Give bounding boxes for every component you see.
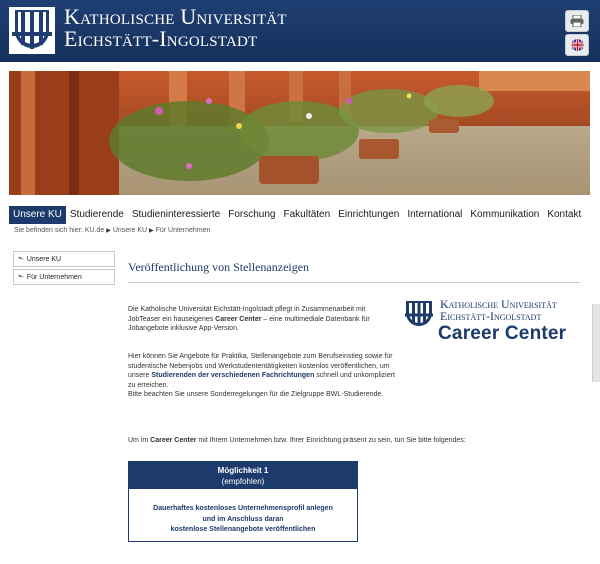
nav-item-forschung[interactable]: Forschung <box>224 206 279 224</box>
offers-text-c: Bitte beachten Sie unsere Sonderregelung… <box>128 391 384 399</box>
nav-item-einrichtungen[interactable]: Einrichtungen <box>334 206 403 224</box>
side-feedback-tab[interactable] <box>592 304 600 382</box>
option-1-box: Möglichkeit 1 (empfohlen) Dauerhaftes ko… <box>128 461 358 542</box>
site-header: Katholische Universität Eichstätt-Ingols… <box>0 0 600 62</box>
instructions-career-center: Career Center <box>150 437 197 444</box>
university-logo-icon <box>405 301 433 326</box>
breadcrumb-item-fuer-unternehmen[interactable]: Für Unternehmen <box>156 227 211 234</box>
intro-paragraph: Die Katholische Universität Eichstätt-In… <box>128 305 386 334</box>
nav-item-international[interactable]: International <box>403 206 466 224</box>
print-button[interactable] <box>565 10 589 32</box>
title-divider <box>128 282 580 283</box>
nav-item-kontakt[interactable]: Kontakt <box>543 206 585 224</box>
sidebar-item-label: Unsere KU <box>26 255 62 263</box>
intro-career-center: Career Center <box>215 315 262 323</box>
students-link[interactable]: Studierenden der verschiedenen Fachricht… <box>151 372 314 379</box>
page-title: Veröffentlichung von Stellenanzeigen <box>128 260 310 274</box>
instructions-text-a: Um im <box>128 437 151 444</box>
option-1-title: Möglichkeit 1 <box>217 466 269 475</box>
breadcrumb-prefix[interactable]: Sie befinden sich hier: KU.de <box>14 227 104 234</box>
offers-paragraph: Hier können Sie Angebote für Praktika, S… <box>128 352 398 400</box>
career-logo-line3: Career Center <box>438 323 567 344</box>
university-name-line1: Katholische Universität <box>64 4 287 29</box>
university-name-line2: Eichstätt-Ingolstadt <box>64 26 258 51</box>
breadcrumb-arrow-icon: ▶ <box>106 228 111 234</box>
nav-item-unsere-ku[interactable]: Unsere KU <box>9 206 66 224</box>
sidebar-item-unsere-ku[interactable]: ⬑ Unsere KU <box>13 251 115 267</box>
printer-icon <box>570 15 584 27</box>
header-banner-image <box>9 71 590 195</box>
breadcrumb-item-unsere-ku[interactable]: Unsere KU <box>113 227 147 234</box>
instructions-paragraph: Um im Career Center mit Ihrem Unternehme… <box>128 436 588 446</box>
sidebar-item-label: Für Unternehmen <box>26 273 82 281</box>
option-1-header: Möglichkeit 1 (empfohlen) <box>129 462 357 489</box>
breadcrumb-arrow-icon: ▶ <box>149 228 154 234</box>
language-english-button[interactable] <box>565 34 589 56</box>
university-logo-icon[interactable] <box>9 7 55 54</box>
option-1-line1: Dauerhaftes kostenloses Unternehmensprof… <box>153 505 333 512</box>
career-logo-line2: Eichstätt-Ingolstadt <box>440 309 542 323</box>
nav-item-studierende[interactable]: Studierende <box>66 206 128 224</box>
nav-item-fakultaeten[interactable]: Fakultäten <box>279 206 334 224</box>
main-navigation: Unsere KU Studierende Studieninteressier… <box>9 206 585 224</box>
breadcrumb: Sie befinden sich hier: KU.de ▶ Unsere K… <box>14 227 210 234</box>
nav-item-studieninteressierte[interactable]: Studieninteressierte <box>128 206 224 224</box>
level-up-arrow-icon: ⬑ <box>18 274 24 281</box>
option-1-subtitle: (empfohlen) <box>221 477 265 486</box>
sidebar-item-fuer-unternehmen[interactable]: ⬑ Für Unternehmen <box>13 269 115 285</box>
sidebar-menu: ⬑ Unsere KU ⬑ Für Unternehmen <box>13 251 115 287</box>
nav-item-kommunikation[interactable]: Kommunikation <box>466 206 543 224</box>
option-1-body[interactable]: Dauerhaftes kostenloses Unternehmensprof… <box>129 489 357 536</box>
instructions-text-b: mit Ihrem Unternehmen bzw. Ihrer Einrich… <box>196 437 466 444</box>
level-up-arrow-icon: ⬑ <box>18 256 24 263</box>
uk-flag-icon <box>570 39 584 51</box>
option-1-line3: kostenlose Stellenangebote veröffentlich… <box>170 526 316 533</box>
career-center-logo: Katholische Universität Eichstätt-Ingols… <box>404 298 576 348</box>
option-1-line2: und im Anschluss daran <box>202 515 284 523</box>
university-name[interactable]: Katholische Universität Eichstätt-Ingols… <box>64 6 287 50</box>
